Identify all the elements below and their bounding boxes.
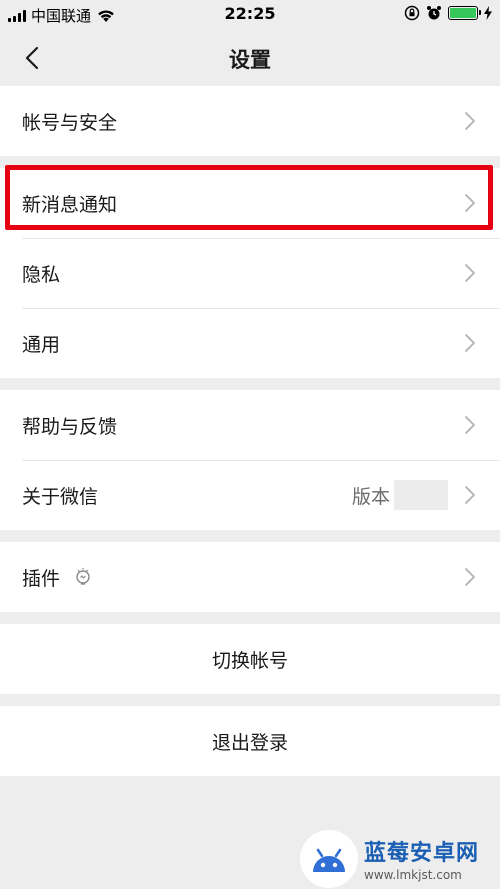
- row-label: 帮助与反馈: [22, 415, 118, 438]
- watermark: 蓝莓安卓网 www.lmkjst.com: [300, 828, 500, 889]
- row-plugins[interactable]: 插件: [0, 542, 500, 612]
- status-bar: 中国联通 22:25: [0, 0, 500, 30]
- status-right: [404, 5, 492, 21]
- version-label: 版本: [351, 485, 390, 508]
- row-label: 帐号与安全: [22, 111, 118, 134]
- chevron-right-icon: [465, 416, 475, 434]
- row-label: 隐私: [22, 263, 61, 286]
- settings-group-account: 帐号与安全: [0, 86, 500, 156]
- chevron-right-icon: [465, 568, 475, 586]
- switch-account-group: 切换帐号: [0, 624, 500, 694]
- watermark-url: www.lmkjst.com: [364, 868, 462, 882]
- row-about-wechat[interactable]: 关于微信 版本: [0, 460, 500, 530]
- alarm-icon: [427, 6, 441, 20]
- row-account-security[interactable]: 帐号与安全: [0, 86, 500, 156]
- chevron-right-icon: [465, 194, 475, 212]
- watermark-name: 蓝莓安卓网: [364, 841, 480, 866]
- row-label: 插件: [22, 567, 61, 590]
- battery-icon: [448, 6, 481, 20]
- logout-button[interactable]: 退出登录: [0, 706, 500, 776]
- nav-bar: 设置: [0, 30, 500, 86]
- settings-group-plugins: 插件: [0, 542, 500, 612]
- chevron-right-icon: [465, 112, 475, 130]
- chevron-right-icon: [465, 486, 475, 504]
- page-title: 设置: [229, 48, 271, 72]
- row-label: 关于微信: [22, 485, 99, 508]
- switch-account-button[interactable]: 切换帐号: [0, 624, 500, 694]
- watermark-logo: [300, 829, 358, 888]
- row-label: 新消息通知: [22, 193, 118, 216]
- row-privacy[interactable]: 隐私: [0, 238, 500, 308]
- row-new-message-notification[interactable]: 新消息通知: [0, 168, 500, 238]
- logout-label: 退出登录: [211, 731, 288, 754]
- charging-icon: [484, 6, 492, 20]
- android-robot-icon: [313, 848, 345, 872]
- settings-group-help: 帮助与反馈 关于微信 版本: [0, 390, 500, 530]
- settings-group-general: 新消息通知 隐私 通用: [0, 168, 500, 378]
- watermark-text: 蓝莓安卓网 www.lmkjst.com: [364, 835, 479, 882]
- version-value: 版本: [352, 480, 448, 510]
- plugin-bulb-icon: [76, 568, 90, 585]
- chevron-right-icon: [465, 334, 475, 352]
- chevron-right-icon: [465, 264, 475, 282]
- logout-group: 退出登录: [0, 706, 500, 776]
- lock-rotation-icon: [404, 5, 420, 21]
- row-label: 通用: [22, 333, 61, 356]
- version-number-blurred: [394, 480, 448, 510]
- row-general[interactable]: 通用: [0, 308, 500, 378]
- switch-account-label: 切换帐号: [211, 649, 288, 672]
- row-help-feedback[interactable]: 帮助与反馈: [0, 390, 500, 460]
